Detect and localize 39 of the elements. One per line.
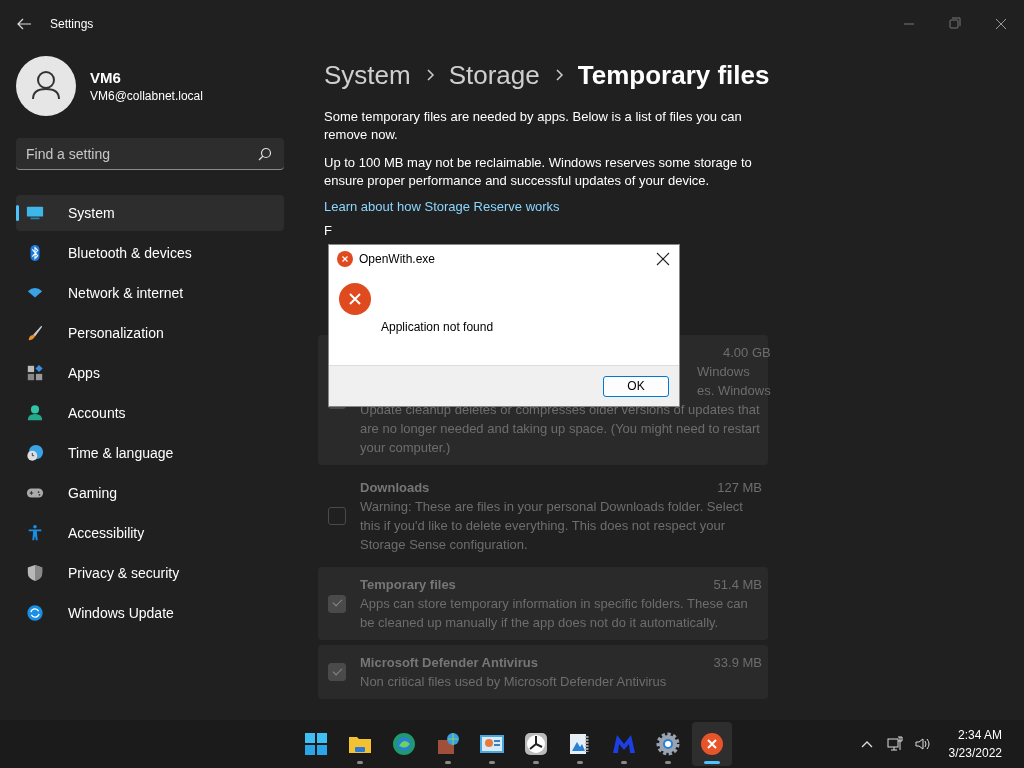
description-text: Some temporary files are needed by apps. Below is a list of files you can remove now.: [324, 108, 743, 144]
user-email: VM6@collabnet.local: [90, 89, 203, 103]
nav-item[interactable]: Accounts: [16, 395, 284, 431]
category-size: 4.00 GB: [723, 344, 771, 362]
clock-date[interactable]: 3/23/2022: [948, 744, 1002, 762]
dialog-title: OpenWith.exe: [359, 252, 436, 266]
nav-item[interactable]: Windows Update: [16, 595, 284, 631]
category-description: Apps can store temporary information in specific folders. These can be cleaned up manually if the app does not do it automatically.: [360, 595, 749, 632]
breadcrumb-item[interactable]: Storage: [448, 59, 540, 91]
category-size: 33.9 MB: [713, 654, 762, 672]
description-text: Up to 100 MB may not be reclaimable. Windows reserves some storage to ensure proper performance and successful updates of your device.: [324, 154, 753, 190]
window-title: Settings: [50, 17, 94, 31]
breadcrumb-item[interactable]: System: [324, 59, 411, 91]
category-size: 51.4 MB: [713, 576, 762, 594]
category-title: Downloads: [360, 479, 430, 497]
user-name: VM6: [90, 69, 122, 86]
dialog-message: Application not found: [381, 320, 494, 334]
nav-item[interactable]: Time & language: [16, 435, 284, 471]
nav-item[interactable]: Accessibility: [16, 515, 284, 551]
nav-item[interactable]: System: [16, 195, 284, 231]
breadcrumb-item: Temporary files: [577, 59, 770, 91]
category-description: Warning: These are files in your personal Downloads folder. Select this if you'd like to delete everything. This does not respect your Storage Sense configuration.: [360, 498, 744, 554]
section-label: F: [324, 223, 333, 240]
category-description: Non critical files used by Microsoft Defender Antivirus: [360, 673, 668, 691]
ok-button[interactable]: OK: [603, 375, 669, 397]
description-fragment: es. Windows: [697, 382, 771, 400]
nav-item[interactable]: Privacy & security: [16, 555, 284, 591]
nav-item[interactable]: Gaming: [16, 475, 284, 511]
search-field[interactable]: Find a setting: [16, 138, 284, 170]
clock-time[interactable]: 2:34 AM: [948, 726, 1002, 744]
category-title: Microsoft Defender Antivirus: [360, 654, 538, 672]
category-size: 127 MB: [717, 479, 762, 497]
nav-item[interactable]: Apps: [16, 355, 284, 391]
description-fragment: Windows: [697, 363, 750, 381]
nav-item[interactable]: Personalization: [16, 315, 284, 351]
category-title: Temporary files: [360, 576, 456, 594]
storage-reserve-link[interactable]: Learn about how Storage Reserve works: [324, 199, 560, 214]
nav-item[interactable]: Network & internet: [16, 275, 284, 311]
nav-item[interactable]: Bluetooth & devices: [16, 235, 284, 271]
